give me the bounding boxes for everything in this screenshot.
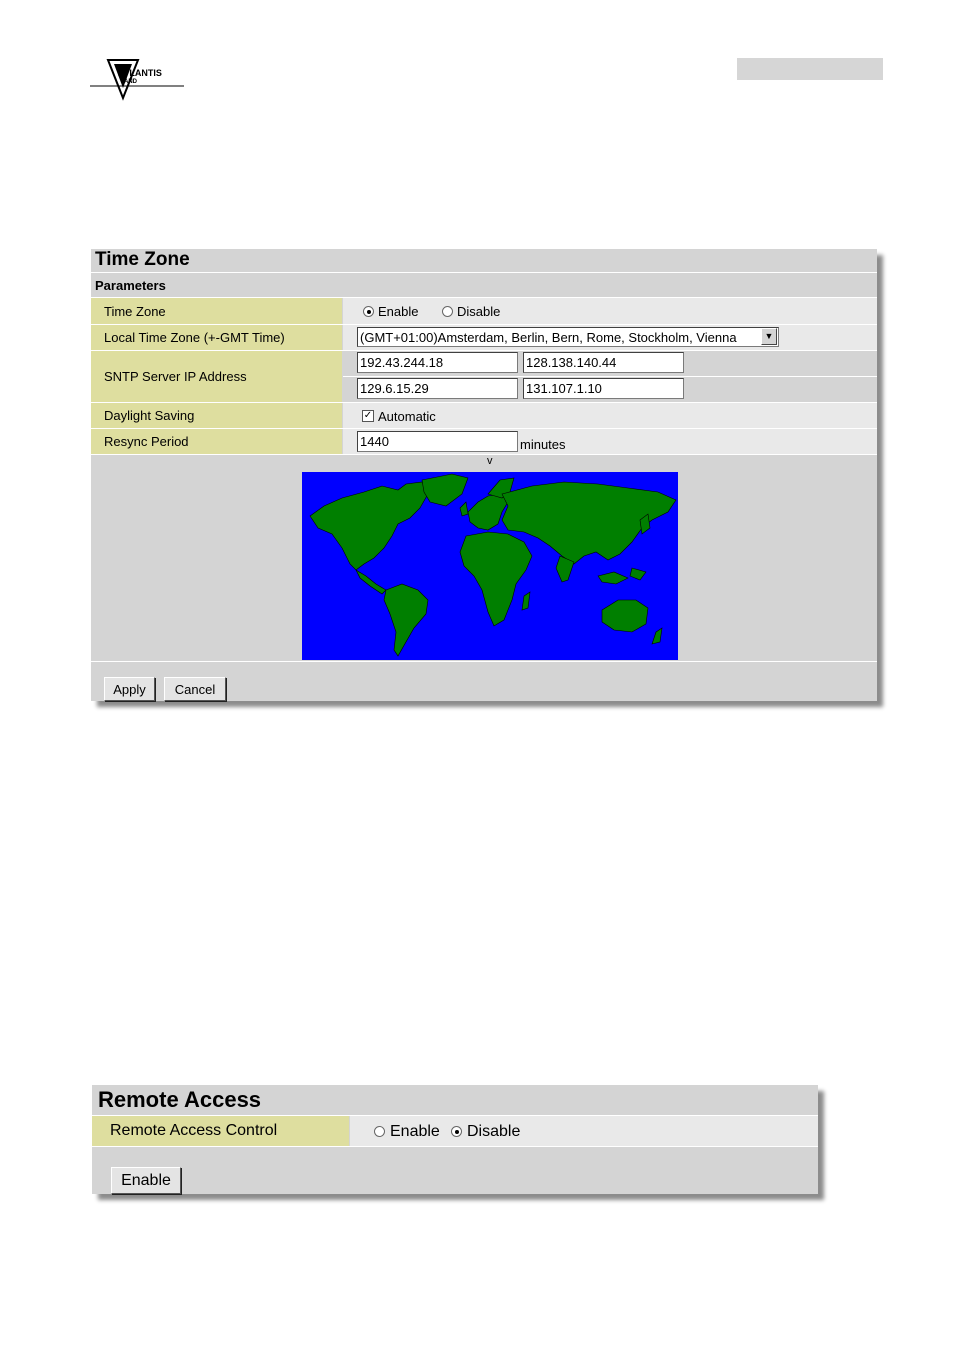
- sntp-value: 192.43.244.18 128.138.140.44 129.6.15.29…: [343, 351, 877, 402]
- sntp-server-4-input[interactable]: 131.107.1.10: [523, 378, 684, 399]
- resync-unit: minutes: [520, 437, 566, 452]
- world-map[interactable]: [302, 472, 678, 660]
- remote-disable-label: Disable: [467, 1123, 521, 1140]
- sntp-server-2-input[interactable]: 128.138.140.44: [523, 352, 684, 373]
- remote-disable-radio[interactable]: [451, 1126, 462, 1137]
- time-zone-label: Time Zone: [91, 298, 342, 324]
- time-zone-enable-label: Enable: [378, 304, 419, 319]
- panel-title: Time Zone: [91, 249, 877, 272]
- daylight-automatic-checkbox[interactable]: ✓: [362, 410, 374, 422]
- resync-value: 1440 minutes: [343, 429, 877, 454]
- daylight-value: ✓ Automatic: [343, 403, 877, 428]
- time-zone-disable-radio[interactable]: [442, 306, 453, 317]
- section-header: Parameters: [95, 278, 166, 293]
- remote-access-control-label: Remote Access Control: [92, 1116, 349, 1146]
- resync-label: Resync Period: [91, 429, 342, 454]
- apply-button[interactable]: Apply: [104, 677, 155, 701]
- time-zone-disable-label: Disable: [457, 304, 501, 319]
- time-zone-value: Enable Disable: [343, 298, 877, 324]
- logo-text: ATLANTIS: [118, 68, 162, 78]
- timezone-panel: Time Zone Parameters Time Zone Enable Di…: [91, 249, 877, 701]
- local-tz-label: Local Time Zone (+-GMT Time): [91, 325, 342, 350]
- logo-subtext: AND: [124, 79, 138, 85]
- local-tz-selected: (GMT+01:00)Amsterdam, Berlin, Bern, Rome…: [360, 330, 737, 345]
- chevron-down-icon[interactable]: ▼: [761, 328, 777, 345]
- daylight-automatic-label: Automatic: [378, 409, 436, 424]
- cancel-button[interactable]: Cancel: [164, 677, 226, 701]
- local-tz-value: (GMT+01:00)Amsterdam, Berlin, Bern, Rome…: [343, 325, 877, 350]
- sntp-server-3-input[interactable]: 129.6.15.29: [357, 378, 518, 399]
- atlantis-logo: ATLANTIS AND: [88, 54, 188, 102]
- header-gray-bar: [737, 58, 883, 80]
- time-zone-enable-radio[interactable]: [363, 306, 374, 317]
- sntp-server-1-input[interactable]: 192.43.244.18: [357, 352, 518, 373]
- remote-access-control-value: Enable Disable: [350, 1116, 818, 1146]
- remote-enable-radio[interactable]: [374, 1126, 385, 1137]
- sntp-label: SNTP Server IP Address: [91, 351, 342, 402]
- daylight-label: Daylight Saving: [91, 403, 342, 428]
- local-tz-select[interactable]: (GMT+01:00)Amsterdam, Berlin, Bern, Rome…: [357, 327, 779, 347]
- map-marker: v: [487, 455, 493, 467]
- remote-enable-label: Enable: [390, 1123, 440, 1140]
- remote-access-panel: Remote Access Remote Access Control Enab…: [92, 1085, 818, 1194]
- panel-title: Remote Access: [92, 1085, 818, 1115]
- resync-period-input[interactable]: 1440: [357, 431, 518, 452]
- remote-enable-button[interactable]: Enable: [111, 1167, 181, 1194]
